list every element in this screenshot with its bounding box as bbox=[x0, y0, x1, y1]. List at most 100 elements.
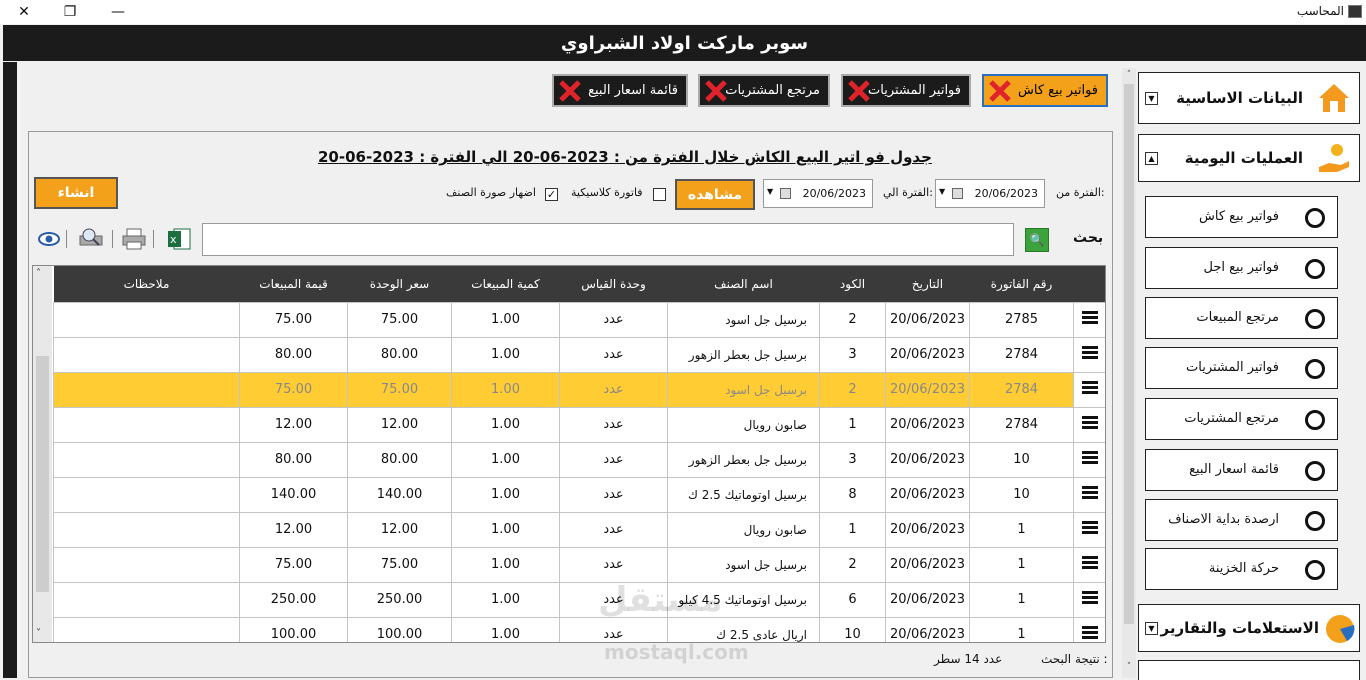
cell-date[interactable]: 20/06/2023 bbox=[885, 581, 970, 618]
cell-notes[interactable] bbox=[53, 476, 240, 513]
cell-item-name[interactable]: صابون رويال bbox=[667, 406, 820, 443]
cell-sales-value[interactable]: 80.00 bbox=[239, 441, 348, 478]
table-row[interactable]: 12.00 12.00 1.00 عدد صابون رويال 1 20/06/2023 2… bbox=[53, 406, 1105, 443]
column-header-code[interactable]: الكود bbox=[819, 266, 886, 302]
column-header-date[interactable]: التاريخ bbox=[885, 266, 970, 302]
cell-sales-value[interactable]: 80.00 bbox=[239, 336, 348, 373]
cell-date[interactable]: 20/06/2023 bbox=[885, 301, 970, 338]
cell-code[interactable]: 1 bbox=[819, 406, 886, 443]
chevron-down-icon[interactable]: ▼ bbox=[939, 187, 945, 196]
cell-unit-price[interactable]: 12.00 bbox=[347, 511, 452, 548]
cell-code[interactable]: 10 bbox=[819, 616, 886, 642]
cell-unit[interactable]: عدد bbox=[559, 511, 668, 548]
row-menu-icon[interactable] bbox=[1073, 371, 1105, 408]
cell-invoice-number[interactable]: 2784 bbox=[969, 371, 1074, 408]
sidebar-item-cash-sales[interactable]: فواتير بيع كاش bbox=[1145, 196, 1338, 238]
cell-notes[interactable] bbox=[53, 581, 240, 618]
cell-quantity[interactable]: 1.00 bbox=[451, 336, 560, 373]
cell-sales-value[interactable]: 12.00 bbox=[239, 511, 348, 548]
cell-sales-value[interactable]: 12.00 bbox=[239, 406, 348, 443]
cell-unit-price[interactable]: 75.00 bbox=[347, 301, 452, 338]
cell-quantity[interactable]: 1.00 bbox=[451, 371, 560, 408]
sidebar-section-daily-ops[interactable]: ▲ العمليات اليومية bbox=[1138, 134, 1360, 182]
cell-unit-price[interactable]: 250.00 bbox=[347, 581, 452, 618]
sidebar-item-purchase-returns[interactable]: مرتجع المشتريات bbox=[1145, 398, 1338, 440]
column-header-invoice-number[interactable]: رقم الفاتورة bbox=[969, 266, 1074, 302]
sidebar-section-next[interactable] bbox=[1138, 660, 1360, 680]
row-menu-icon[interactable] bbox=[1073, 406, 1105, 443]
cell-notes[interactable] bbox=[53, 336, 240, 373]
cell-quantity[interactable]: 1.00 bbox=[451, 301, 560, 338]
column-header-sales-value[interactable]: قيمة المبيعات bbox=[239, 266, 348, 302]
cell-invoice-number[interactable]: 1 bbox=[969, 581, 1074, 618]
table-row[interactable]: 75.00 75.00 1.00 عدد برسيل جل اسود 2 20/06/202… bbox=[53, 301, 1105, 338]
row-menu-icon[interactable] bbox=[1073, 441, 1105, 478]
maximize-button[interactable]: ❐ bbox=[48, 0, 92, 24]
minimize-button[interactable]: — bbox=[96, 0, 140, 24]
cell-invoice-number[interactable]: 2784 bbox=[969, 336, 1074, 373]
search-icon[interactable]: 🔍 bbox=[1025, 228, 1049, 252]
cell-invoice-number[interactable]: 1 bbox=[969, 546, 1074, 583]
table-row[interactable]: 80.00 80.00 1.00 عدد برسيل جل بعطر الزهور 3 20… bbox=[53, 441, 1105, 478]
tab-purchase-invoices[interactable]: فواتير المشتريات bbox=[841, 74, 971, 107]
sidebar-item-price-list[interactable]: قائمة اسعار البيع bbox=[1145, 449, 1338, 491]
cell-date[interactable]: 20/06/2023 bbox=[885, 546, 970, 583]
row-menu-icon[interactable] bbox=[1073, 301, 1105, 338]
row-menu-icon[interactable] bbox=[1073, 476, 1105, 513]
cell-sales-value[interactable]: 140.00 bbox=[239, 476, 348, 513]
cell-unit-price[interactable]: 100.00 bbox=[347, 616, 452, 642]
show-image-checkbox[interactable]: ✓ bbox=[545, 188, 558, 201]
cell-unit[interactable]: عدد bbox=[559, 371, 668, 408]
cell-item-name[interactable]: صابون رويال bbox=[667, 511, 820, 548]
close-tab-icon[interactable] bbox=[847, 79, 871, 103]
chevron-down-icon[interactable]: ▼ bbox=[1145, 621, 1158, 635]
sidebar-scroll-thumb[interactable] bbox=[1124, 84, 1134, 624]
cell-quantity[interactable]: 1.00 bbox=[451, 581, 560, 618]
cell-code[interactable]: 3 bbox=[819, 336, 886, 373]
cell-notes[interactable] bbox=[53, 406, 240, 443]
cell-date[interactable]: 20/06/2023 bbox=[885, 616, 970, 642]
cell-sales-value[interactable]: 250.00 bbox=[239, 581, 348, 618]
sidebar-item-credit-sales[interactable]: فواتير بيع اجل bbox=[1145, 247, 1338, 289]
cell-quantity[interactable]: 1.00 bbox=[451, 441, 560, 478]
cell-quantity[interactable]: 1.00 bbox=[451, 616, 560, 642]
scroll-up-icon[interactable]: ˄ bbox=[36, 268, 41, 279]
cell-invoice-number[interactable]: 1 bbox=[969, 616, 1074, 642]
tab-cash-sales[interactable]: فواتير بيع كاش bbox=[982, 74, 1108, 107]
cell-unit-price[interactable]: 12.00 bbox=[347, 406, 452, 443]
cell-notes[interactable] bbox=[53, 371, 240, 408]
cell-sales-value[interactable]: 100.00 bbox=[239, 616, 348, 642]
cell-quantity[interactable]: 1.00 bbox=[451, 476, 560, 513]
table-row[interactable]: 75.00 75.00 1.00 عدد برسيل جل اسود 2 20/06/202… bbox=[53, 371, 1105, 408]
print-preview-icon[interactable] bbox=[78, 227, 104, 251]
to-date-picker[interactable]: ▼ 20/06/2023 bbox=[763, 179, 873, 208]
cell-code[interactable]: 3 bbox=[819, 441, 886, 478]
cell-date[interactable]: 20/06/2023 bbox=[885, 511, 970, 548]
column-header-notes[interactable]: ملاحظات bbox=[53, 266, 240, 302]
cell-code[interactable]: 6 bbox=[819, 581, 886, 618]
cell-item-name[interactable]: برسيل جل بعطر الزهور bbox=[667, 336, 820, 373]
create-button[interactable]: انشاء bbox=[34, 177, 118, 209]
cell-invoice-number[interactable]: 2785 bbox=[969, 301, 1074, 338]
cell-unit[interactable]: عدد bbox=[559, 301, 668, 338]
cell-invoice-number[interactable]: 10 bbox=[969, 441, 1074, 478]
view-button[interactable]: مشاهده bbox=[675, 179, 755, 210]
cell-unit[interactable]: عدد bbox=[559, 441, 668, 478]
row-menu-icon[interactable] bbox=[1073, 336, 1105, 373]
tab-purchase-returns[interactable]: مرتجع المشتريات bbox=[698, 74, 830, 107]
classic-invoice-checkbox[interactable] bbox=[653, 188, 666, 201]
radio-icon[interactable] bbox=[1305, 309, 1325, 329]
radio-icon[interactable] bbox=[1305, 560, 1325, 580]
chevron-down-icon[interactable]: ▼ bbox=[767, 187, 773, 196]
cell-notes[interactable] bbox=[53, 441, 240, 478]
cell-notes[interactable] bbox=[53, 301, 240, 338]
excel-icon[interactable]: x bbox=[166, 227, 192, 251]
cell-quantity[interactable]: 1.00 bbox=[451, 546, 560, 583]
scroll-up-icon[interactable]: ˄ bbox=[1124, 70, 1134, 80]
cell-unit-price[interactable]: 140.00 bbox=[347, 476, 452, 513]
column-header-unit[interactable]: وحدة القياس bbox=[559, 266, 668, 302]
cell-item-name[interactable]: برسيل جل اسود bbox=[667, 301, 820, 338]
scroll-down-icon[interactable]: ˅ bbox=[1124, 662, 1134, 672]
cell-invoice-number[interactable]: 2784 bbox=[969, 406, 1074, 443]
row-menu-icon[interactable] bbox=[1073, 616, 1105, 642]
